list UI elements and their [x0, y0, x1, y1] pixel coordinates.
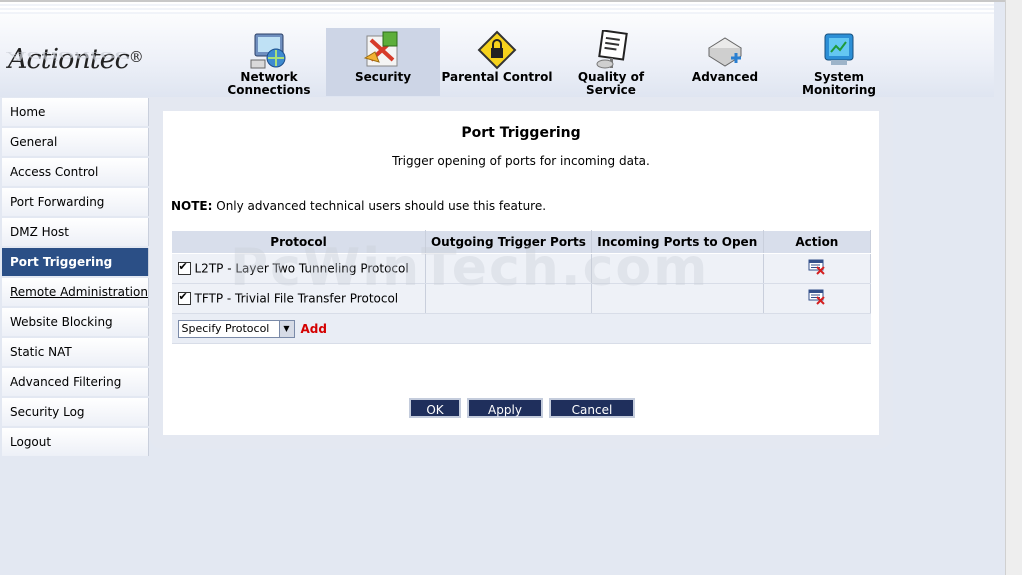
table-row: TFTP - Trivial File Transfer Protocol [171, 283, 872, 314]
apply-button[interactable]: Apply [467, 398, 543, 418]
parental-control-icon [477, 30, 517, 70]
sidebar-item-port-triggering[interactable]: Port Triggering [2, 248, 149, 276]
tab-advanced[interactable]: Advanced [668, 28, 782, 96]
tab-security[interactable]: Security [326, 28, 440, 96]
sidebar-item-logout[interactable]: Logout [2, 428, 149, 456]
tab-network-connections[interactable]: Network Connections [212, 28, 326, 97]
column-header-protocol: Protocol [171, 230, 426, 254]
tab-parental-control[interactable]: Parental Control [440, 28, 554, 96]
header-stripe [0, 2, 994, 14]
protocol-select[interactable]: Specify Protocol ▼ [177, 319, 295, 338]
chevron-down-icon: ▼ [278, 320, 294, 337]
rule-enable-checkbox[interactable] [177, 290, 191, 306]
sidebar-item-general[interactable]: General [2, 128, 149, 156]
add-rule-cell: Specify Protocol ▼ Add [171, 313, 871, 344]
sidebar-item-static-nat[interactable]: Static NAT [2, 338, 149, 366]
network-connections-icon [250, 33, 286, 69]
add-rule-link[interactable]: Add [301, 322, 327, 336]
delete-rule-icon[interactable] [808, 289, 826, 305]
page-title: Port Triggering [461, 125, 581, 141]
sidebar-item-dmz-host[interactable]: DMZ Host [2, 218, 149, 246]
note-text: NOTE: Only advanced technical users shou… [171, 199, 546, 213]
protocol-cell: L2TP - Layer Two Tunneling Protocol [171, 253, 426, 284]
tab-label-line2: Monitoring [802, 83, 876, 97]
logo-reflection: Actiontec [8, 49, 129, 63]
note-body: Only advanced technical users should use… [212, 199, 547, 213]
table-row: L2TP - Layer Two Tunneling Protocol [171, 253, 872, 284]
tab-label-line1: Advanced [691, 70, 759, 84]
column-header-incoming: Incoming Ports to Open [590, 230, 764, 254]
system-monitoring-icon [824, 33, 854, 65]
rule-enable-checkbox[interactable] [177, 260, 191, 276]
sidebar-item-home[interactable]: Home [2, 98, 149, 126]
tab-system-monitoring[interactable]: System Monitoring [782, 28, 896, 97]
cancel-button[interactable]: Cancel [549, 398, 635, 418]
outgoing-ports-cell [425, 283, 592, 314]
outgoing-ports-cell [425, 253, 592, 284]
protocol-name: TFTP - Trivial File Transfer Protocol [194, 291, 399, 306]
column-header-action: Action [762, 230, 872, 254]
ok-button[interactable]: OK [409, 398, 461, 418]
column-header-outgoing: Outgoing Trigger Ports [424, 230, 592, 254]
page-subtitle: Trigger opening of ports for incoming da… [392, 154, 650, 168]
tab-label-line2: Service [586, 83, 636, 97]
quality-of-service-icon [596, 30, 628, 69]
add-rule-row: Specify Protocol ▼ Add [171, 313, 871, 344]
sidebar-item-port-forwarding[interactable]: Port Forwarding [2, 188, 149, 216]
protocol-cell: TFTP - Trivial File Transfer Protocol [171, 283, 426, 314]
sidebar-item-remote-administration[interactable]: Remote Administration [2, 278, 149, 306]
tab-label-line1: Security [354, 70, 412, 84]
note-label: NOTE: [171, 199, 213, 213]
tab-quality-of-service[interactable]: Quality of Service [554, 28, 668, 97]
delete-rule-icon[interactable] [808, 259, 826, 275]
incoming-ports-cell [591, 283, 764, 314]
port-triggering-table: Protocol Outgoing Trigger Ports Incoming… [171, 230, 872, 344]
sidebar-item-advanced-filtering[interactable]: Advanced Filtering [2, 368, 149, 396]
sidebar-item-website-blocking[interactable]: Website Blocking [2, 308, 149, 336]
action-cell [763, 283, 872, 314]
action-cell [763, 253, 872, 284]
tab-label-line1: Parental Control [441, 70, 553, 84]
table-header-row: Protocol Outgoing Trigger Ports Incoming… [171, 230, 872, 254]
protocol-select-value: Specify Protocol [181, 321, 270, 335]
sidebar-item-security-log[interactable]: Security Log [2, 398, 149, 426]
protocol-name: L2TP - Layer Two Tunneling Protocol [194, 261, 409, 276]
incoming-ports-cell [591, 253, 764, 284]
sidebar-item-access-control[interactable]: Access Control [2, 158, 149, 186]
tab-label-line2: Connections [227, 83, 311, 97]
sidebar: Home General Access Control Port Forward… [2, 98, 149, 458]
vertical-scrollbar[interactable] [1005, 0, 1022, 575]
security-icon [363, 31, 398, 67]
advanced-icon [708, 37, 742, 67]
